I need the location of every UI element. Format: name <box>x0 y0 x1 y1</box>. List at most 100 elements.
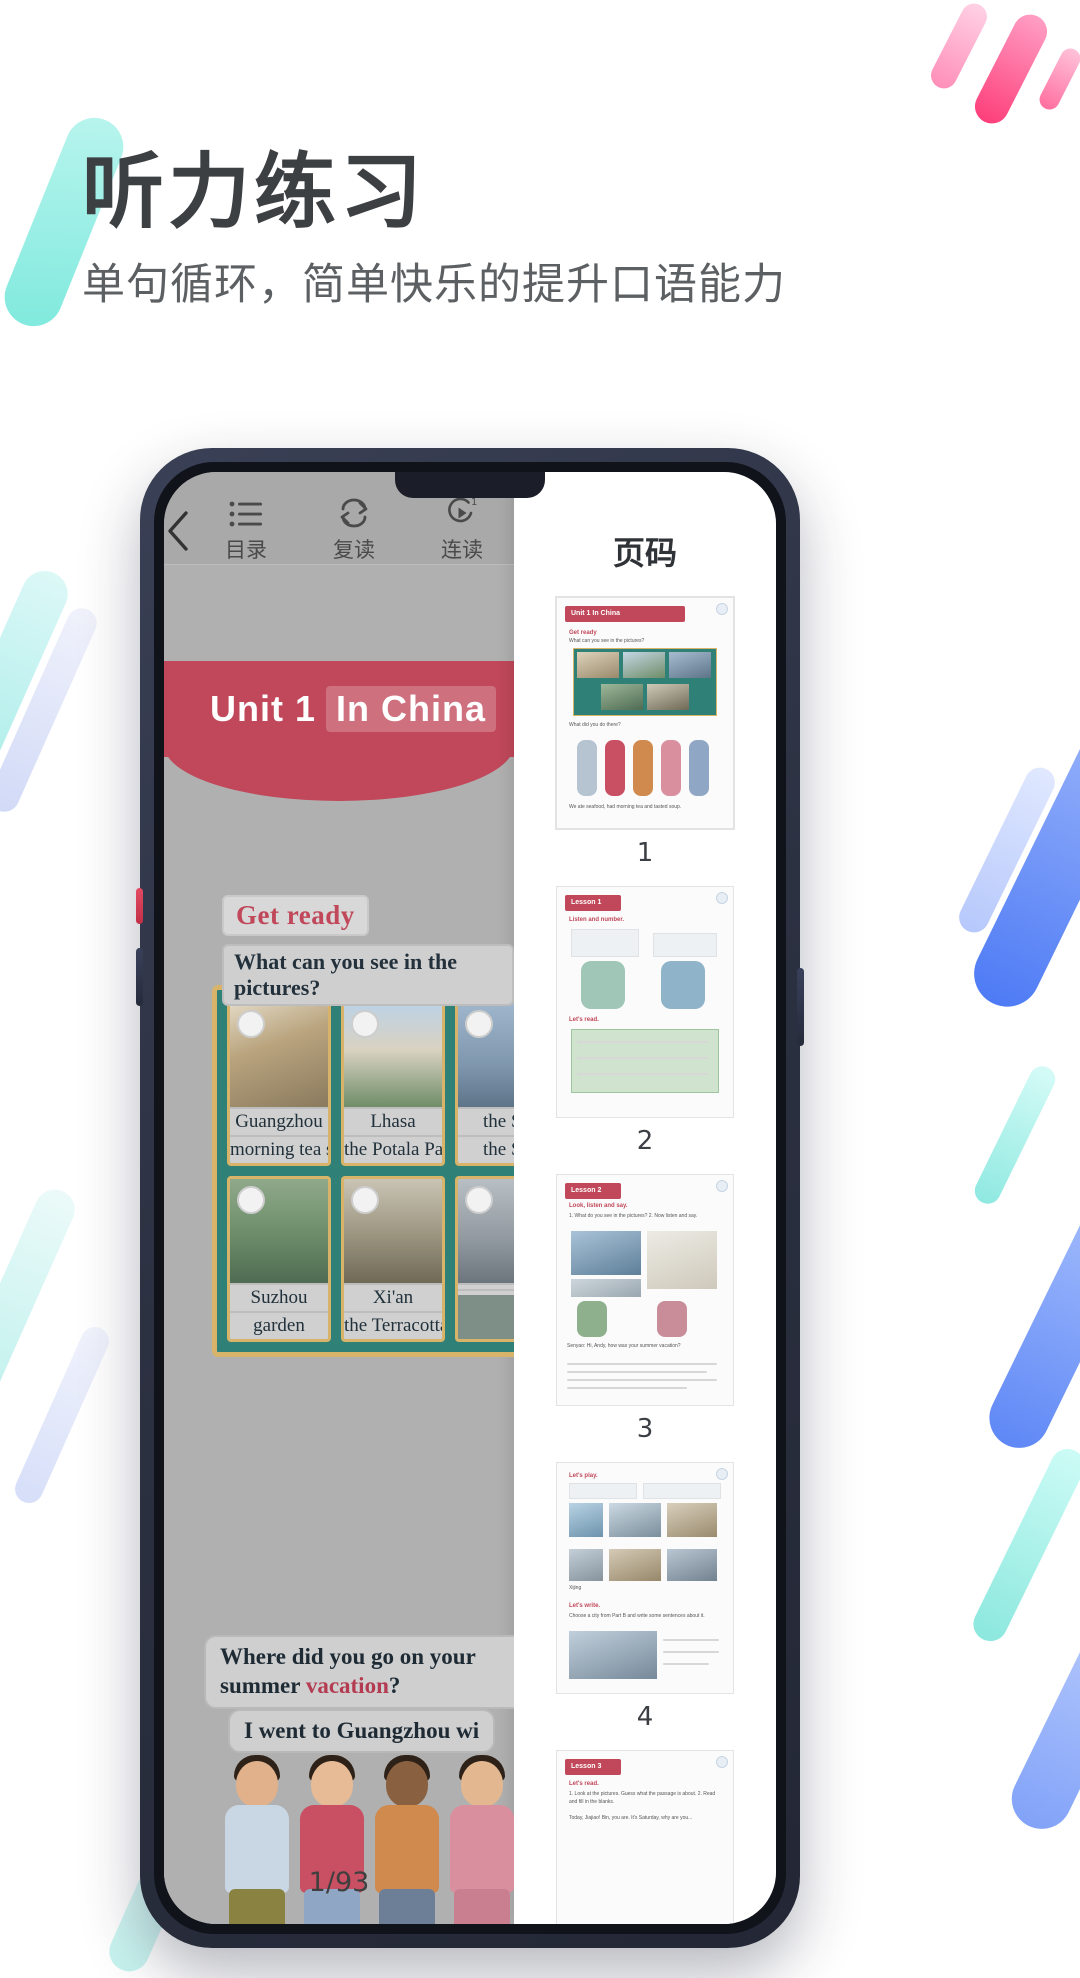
thumb-corner-icon <box>716 603 728 615</box>
page-thumbnail[interactable]: Unit 1 In China Get ready What can you s… <box>555 596 735 830</box>
toolbar-label-repeat: 复读 <box>333 538 375 562</box>
repeat-icon <box>336 494 372 528</box>
thumb-photo <box>569 1503 603 1537</box>
thumb-bubble-text: What did you do there? <box>569 722 621 728</box>
unit-banner: Unit 1 In China <box>164 661 514 801</box>
thumb-line <box>567 1387 687 1389</box>
speech-bubble: Where did you go on your summer vacation… <box>204 1635 514 1709</box>
thumb-corner-icon <box>716 1180 728 1192</box>
child-head <box>235 1761 278 1807</box>
toolbar-label-continuous-play: 连读 <box>441 538 483 562</box>
page-list-item[interactable]: Lesson 3 Let's read. 1. Look at the pict… <box>514 1750 776 1924</box>
thumb-line <box>567 1363 717 1365</box>
photo-caption: the Terracotta Ar <box>344 1311 442 1339</box>
child-figure <box>299 1755 364 1924</box>
thumb-line <box>577 1041 709 1043</box>
thumb-corner-icon <box>716 892 728 904</box>
page-list-number: 2 <box>636 1126 654 1156</box>
thumb-photo <box>623 652 665 678</box>
phone-mockup: 目录 复读 1 连读 Unit 1 In China Get ready Wha… <box>136 448 804 1948</box>
list-icon <box>229 494 263 528</box>
child-figure <box>224 1755 289 1924</box>
page-list-title: 页码 <box>612 534 677 572</box>
page-thumbnail[interactable]: Lesson 1 Listen and number. Let's read. <box>556 886 734 1118</box>
thumb-footer-text: Choose a city from Part B and write some… <box>569 1613 705 1619</box>
photo-city: Xi'an <box>344 1283 442 1311</box>
thumb-photo <box>569 1631 657 1679</box>
page-thumbnail[interactable]: Let's play. Xijing Let's write. Choose a… <box>556 1462 734 1694</box>
page-list-item[interactable]: Lesson 1 Listen and number. Let's read. <box>514 886 776 1156</box>
page-list-item[interactable]: Unit 1 In China Get ready What can you s… <box>514 596 776 868</box>
photo-marker-circle <box>237 1010 265 1038</box>
photo-cell: Xi'an the Terracotta Ar <box>341 1176 445 1342</box>
thumb-bubble-card <box>653 933 717 957</box>
page-thumbnail[interactable]: Lesson 2 Look, listen and say. 1. What d… <box>556 1174 734 1406</box>
page-thumbnail[interactable]: Lesson 3 Let's read. 1. Look at the pict… <box>556 1750 734 1924</box>
photo-cell: Lhasa the Potala Palace <box>341 1000 445 1166</box>
thumb-map <box>647 1231 717 1289</box>
page-list-number: 4 <box>636 1702 654 1732</box>
thumb-photo <box>571 1231 641 1275</box>
thumb-corner-icon <box>716 1756 728 1768</box>
thumb-photo <box>669 652 711 678</box>
decor-teal-bar-right-1 <box>970 1061 1060 1209</box>
thumb-photo <box>609 1549 661 1581</box>
decor-pink-bar-3 <box>1036 45 1080 113</box>
phone-power-button <box>797 968 804 1046</box>
decor-pink-bar-2 <box>926 0 992 93</box>
thumb-bubble-card <box>571 929 639 957</box>
page-title: 听力练习 <box>82 147 427 238</box>
photo-caption: the Sh <box>458 1135 514 1163</box>
phone-inner-bezel: 目录 复读 1 连读 Unit 1 In China Get ready Wha… <box>154 462 786 1934</box>
svg-text:1: 1 <box>471 497 477 508</box>
photo-cell: Suzhou garden <box>227 1176 331 1342</box>
page-list-scroll[interactable]: Unit 1 In China Get ready What can you s… <box>514 592 776 1924</box>
photo-marker-circle <box>237 1186 265 1214</box>
bubble-highlight: vacation <box>305 1672 389 1698</box>
decor-blue-bar-right-1 <box>963 692 1080 1018</box>
thumb-footer-text: Today, Jiajiao! Bin, you are. It's Satur… <box>569 1815 693 1821</box>
unit-banner-label: Unit 1 In China <box>210 686 497 732</box>
thumb-section-label: Let's play. <box>569 1473 598 1479</box>
thumb-photo <box>609 1503 661 1537</box>
thumb-photo <box>667 1549 717 1581</box>
thumb-figure <box>581 961 625 1009</box>
thumb-section-label: Listen and number. <box>569 917 625 923</box>
decor-blue-bar-right-3 <box>979 1162 1080 1458</box>
thumb-unit-band: Lesson 1 <box>565 895 621 911</box>
get-ready-question: What can you see in the pictures? <box>222 944 514 1006</box>
thumb-section-label: Get ready <box>569 630 597 636</box>
toolbar-item-catalog[interactable]: 目录 <box>192 494 300 564</box>
thumb-unit-title: Lesson 2 <box>571 1187 602 1194</box>
thumb-captions: Xijing <box>569 1585 582 1591</box>
photo-marker-circle <box>351 1186 379 1214</box>
book-page[interactable]: Unit 1 In China Get ready What can you s… <box>164 565 514 1924</box>
thumb-writing-box <box>571 1029 719 1093</box>
thumb-line <box>577 1057 709 1059</box>
toolbar-item-repeat[interactable]: 复读 <box>300 494 408 564</box>
unit-banner-prefix: Unit 1 <box>210 688 317 729</box>
thumb-unit-band: Unit 1 In China <box>565 606 685 622</box>
child-head <box>310 1761 353 1807</box>
phone-volume-button <box>136 948 143 1006</box>
photo-city: Guangzhou <box>230 1107 328 1135</box>
phone-screen: 目录 复读 1 连读 Unit 1 In China Get ready Wha… <box>164 472 776 1924</box>
thumb-sub-label: 1. What do you see in the pictures? 2. N… <box>569 1213 698 1219</box>
thumb-corner-icon <box>716 1468 728 1480</box>
chevron-left-icon <box>164 509 192 553</box>
play-circle-one-icon: 1 <box>444 494 480 528</box>
thumb-unit-title: Lesson 3 <box>571 1763 602 1770</box>
toolbar-item-continuous-play[interactable]: 1 连读 <box>408 494 516 564</box>
page-list-item[interactable]: Lesson 2 Look, listen and say. 1. What d… <box>514 1174 776 1444</box>
photo-city: Lhasa <box>344 1107 442 1135</box>
page-list-item[interactable]: Let's play. Xijing Let's write. Choose a… <box>514 1462 776 1732</box>
thumb-line <box>663 1639 719 1641</box>
page-list-number: 3 <box>636 1414 654 1444</box>
photo-caption: morning tea soup <box>230 1135 328 1163</box>
thumb-bubble-card <box>569 1483 637 1499</box>
get-ready-block: Get ready What can you see in the pictur… <box>222 895 514 1006</box>
photo-caption <box>458 1289 514 1295</box>
back-button[interactable] <box>164 505 192 553</box>
illustration-children <box>224 1755 514 1924</box>
photo-caption: garden <box>230 1311 328 1339</box>
